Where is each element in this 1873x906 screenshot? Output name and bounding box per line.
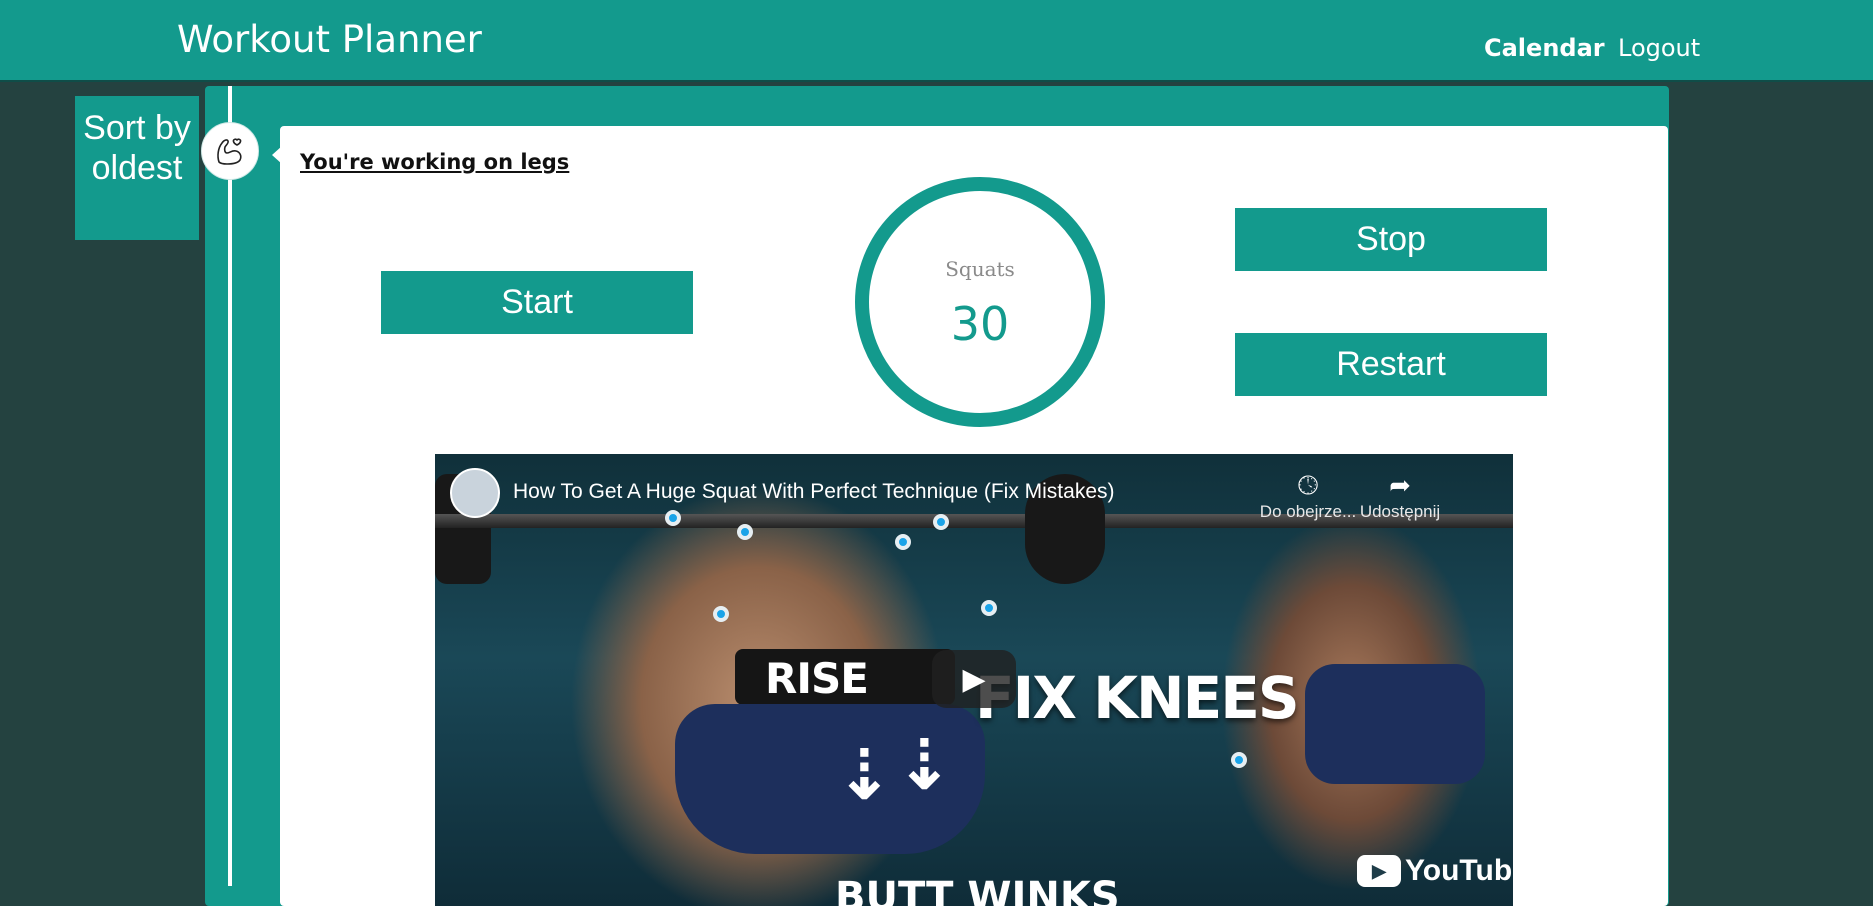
youtube-logo[interactable]: ▶ YouTube (1357, 854, 1513, 888)
joint-marker (933, 514, 949, 530)
thumbnail-headline: FIX KNEES (975, 664, 1300, 732)
restart-button[interactable]: Restart (1235, 333, 1547, 396)
share-button[interactable]: ➦ Udostępnij (1345, 468, 1455, 522)
brand-title[interactable]: Workout Planner (177, 18, 482, 61)
thumbnail-shorts (1305, 664, 1485, 784)
joint-marker (981, 600, 997, 616)
rep-count: 30 (950, 297, 1010, 351)
channel-avatar[interactable] (450, 468, 500, 518)
start-button[interactable]: Start (381, 271, 693, 334)
arrow-down-icon: ⇣ (895, 724, 954, 806)
share-icon: ➦ (1389, 470, 1411, 500)
joint-marker (737, 524, 753, 540)
youtube-play-icon: ▶ (1357, 855, 1401, 887)
nav-link-logout[interactable]: Logout (1618, 34, 1700, 62)
video-embed[interactable]: RISE ⇣ ⇣ FIX KNEES BUTT WINKS How To Get… (435, 454, 1513, 906)
nav-link-calendar[interactable]: Calendar (1484, 34, 1605, 62)
stop-button[interactable]: Stop (1235, 208, 1547, 271)
timeline-badge (201, 122, 259, 180)
watch-later-label: Do obejrze... (1259, 502, 1357, 521)
joint-marker (665, 510, 681, 526)
youtube-wordmark: YouTube (1405, 854, 1513, 887)
joint-marker (895, 534, 911, 550)
timeline-line (228, 86, 232, 886)
share-label: Udostępnij (1359, 502, 1441, 521)
thumbnail-subtext: BUTT WINKS (835, 874, 1120, 906)
video-title[interactable]: How To Get A Huge Squat With Perfect Tec… (513, 480, 1115, 504)
rep-counter: Squats 30 (855, 177, 1105, 427)
workout-card: You're working on legs Start Squats 30 S… (280, 126, 1668, 906)
workout-heading: You're working on legs (300, 150, 570, 174)
joint-marker (1231, 752, 1247, 768)
sort-by-oldest-button[interactable]: Sort by oldest (75, 96, 199, 240)
arrow-down-icon: ⇣ (835, 734, 894, 816)
joint-marker (713, 606, 729, 622)
exercise-name: Squats (945, 257, 1015, 281)
top-navbar: Workout Planner Calendar Logout (0, 0, 1873, 82)
play-icon: ▶ (962, 661, 986, 697)
play-button[interactable]: ▶ (932, 650, 1016, 708)
thumbnail-belt-text: RISE (765, 654, 869, 703)
flexed-arm-heart-icon (217, 138, 242, 165)
